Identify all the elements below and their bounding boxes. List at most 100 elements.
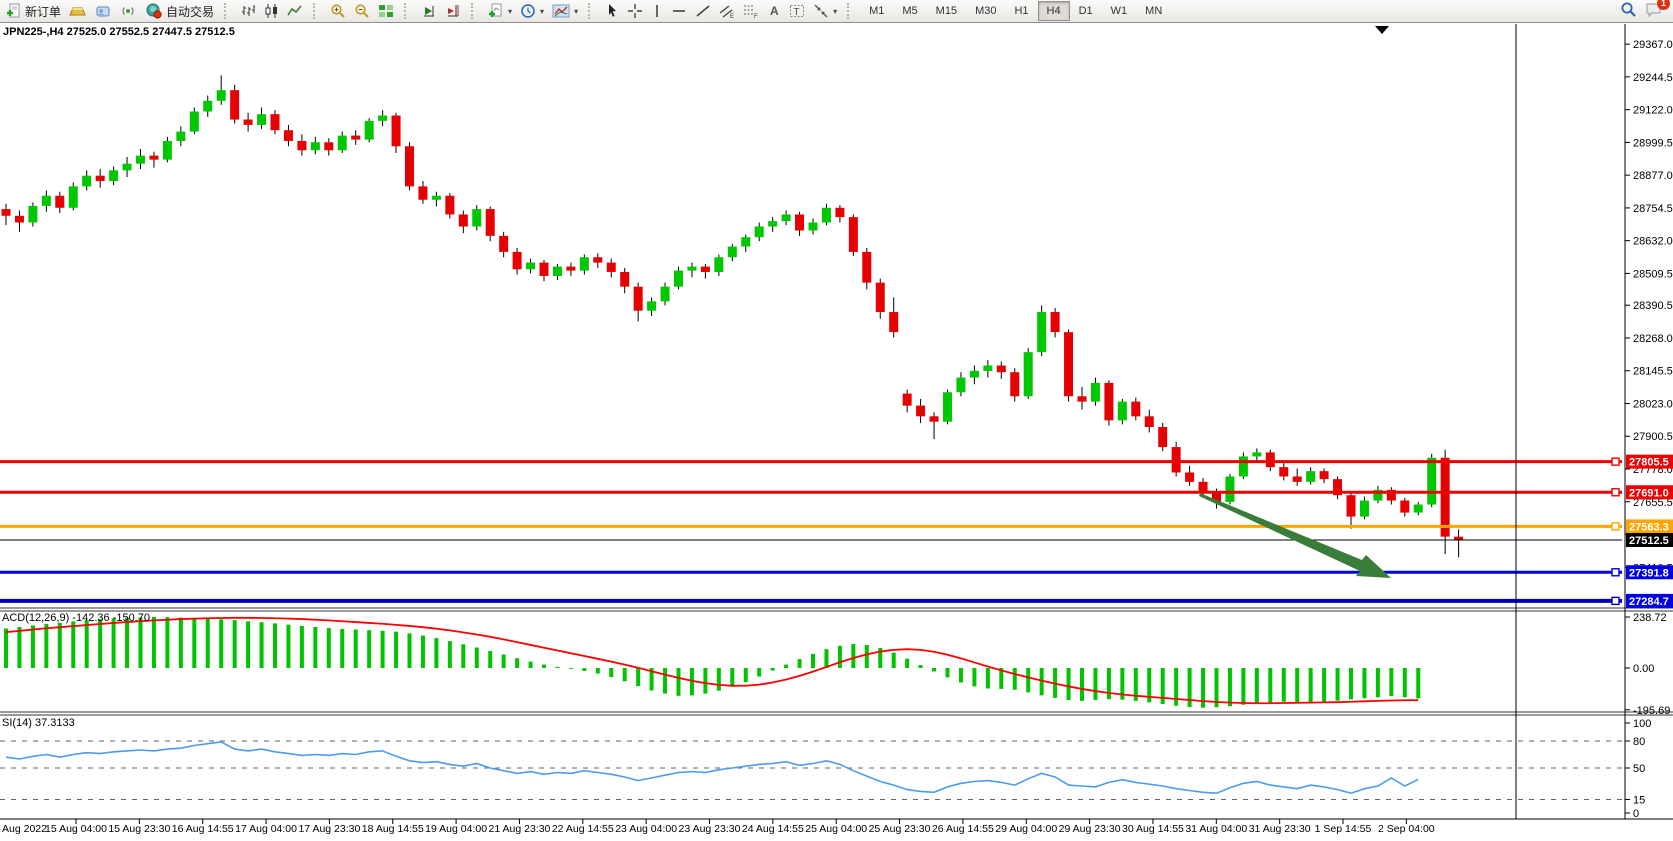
candle-body <box>149 156 158 160</box>
time-label: 17 Aug 23:30 <box>298 823 360 835</box>
candle-body <box>432 196 441 200</box>
hline-handle[interactable] <box>1612 597 1619 604</box>
search-icon[interactable] <box>1620 1 1637 21</box>
candle-body <box>903 394 912 406</box>
signals-button[interactable] <box>116 0 141 22</box>
candle-body <box>566 267 575 271</box>
toolbar-separator <box>224 3 232 19</box>
trendline-button[interactable] <box>691 0 715 22</box>
hline-handle[interactable] <box>1612 489 1619 496</box>
templates-button[interactable]: ▾ <box>548 0 582 22</box>
autotrading-button[interactable]: 自动交易 <box>141 0 218 22</box>
rsi-indicator: SI(14) 37.3133 <box>0 717 1625 800</box>
equidistant-channel-button[interactable]: E <box>715 0 739 22</box>
candle-body <box>943 392 952 421</box>
chart-shift-button[interactable] <box>441 0 465 22</box>
bar-chart-button[interactable] <box>237 0 260 22</box>
candle-body <box>15 216 24 223</box>
hline-handle[interactable] <box>1612 523 1619 530</box>
price-tick-label: 29122.0 <box>1633 105 1673 117</box>
candlestick-chart-button[interactable] <box>260 0 283 22</box>
timeframe-d1[interactable]: D1 <box>1070 1 1102 21</box>
timeframe-m1[interactable]: M1 <box>860 1 893 21</box>
price-tick-label: 28754.5 <box>1633 203 1673 215</box>
timeframe-h4[interactable]: H4 <box>1038 1 1070 21</box>
equidistant-channel-icon: E <box>719 3 735 19</box>
candle-body <box>701 267 710 272</box>
time-label: 15 Aug 04:00 <box>45 823 107 835</box>
chart-shift-marker[interactable] <box>1375 26 1389 34</box>
crosshair-button[interactable] <box>623 0 647 22</box>
periods-button[interactable]: ▾ <box>516 0 548 22</box>
text-label-button[interactable]: T <box>785 0 809 22</box>
time-label: 25 Aug 04:00 <box>805 823 867 835</box>
price-tick-label: 28268.0 <box>1633 333 1673 345</box>
candle-body <box>970 371 979 378</box>
vertical-line-button[interactable] <box>647 0 667 22</box>
toolbar-right: 1 <box>1620 1 1673 21</box>
candle-body <box>1078 396 1087 401</box>
text-button[interactable]: A <box>763 0 785 22</box>
hline-handle[interactable] <box>1612 458 1619 465</box>
trendline-icon <box>695 3 711 19</box>
new-chart-button[interactable]: ▾ <box>484 0 516 22</box>
price-badge-27512.5: 27512.5 <box>1626 533 1673 547</box>
hline-27563.3[interactable] <box>0 523 1622 530</box>
toolbar: 新订单 自动交易 ▾ ▾ ▾ E F AT ▾ M1M5M15M30H1H4D1W1MN 1 <box>0 0 1673 23</box>
arrows-button[interactable]: ▾ <box>809 0 841 22</box>
timeframe-w1[interactable]: W1 <box>1102 1 1137 21</box>
fibonacci-button[interactable]: F <box>739 0 763 22</box>
zoom-in-button[interactable] <box>326 0 350 22</box>
timeframe-m15[interactable]: M15 <box>927 1 966 21</box>
candle-body <box>1104 383 1113 420</box>
candle-body <box>916 406 925 417</box>
price-tick-label: 28877.0 <box>1633 170 1673 182</box>
bar-chart-icon <box>241 3 256 19</box>
tile-windows-button[interactable] <box>374 0 398 22</box>
svg-text:F: F <box>754 14 758 19</box>
timeframe-m30[interactable]: M30 <box>966 1 1005 21</box>
chevron-down-icon[interactable]: ▾ <box>508 7 512 16</box>
candle-body <box>1010 372 1019 396</box>
candle-body <box>1427 458 1436 505</box>
candle-body <box>42 196 51 206</box>
cursor-button[interactable] <box>601 0 623 22</box>
toolbar-group <box>324 0 400 22</box>
time-scale[interactable]: Aug 202215 Aug 04:0015 Aug 23:3016 Aug 1… <box>2 819 1435 835</box>
hline-handle[interactable] <box>1612 569 1619 576</box>
candle-body <box>1252 452 1261 456</box>
horizontal-line-button[interactable] <box>667 0 691 22</box>
vertical-line-icon <box>651 3 663 19</box>
horizontal-line-icon <box>671 3 687 19</box>
timeframe-h1[interactable]: H1 <box>1005 1 1037 21</box>
timeframe-mn[interactable]: MN <box>1136 1 1171 21</box>
text-icon: A <box>767 3 781 19</box>
line-chart-button[interactable] <box>283 0 307 22</box>
chat-icon[interactable]: 1 <box>1645 2 1663 21</box>
timeframe-m5[interactable]: M5 <box>893 1 926 21</box>
auto-scroll-button[interactable] <box>417 0 441 22</box>
hline-27805.5[interactable] <box>0 458 1622 465</box>
accounts-button[interactable] <box>91 0 116 22</box>
crosshair-icon <box>627 3 643 19</box>
candle-body <box>284 130 293 141</box>
rsi-axis-label: 15 <box>1633 795 1645 807</box>
chevron-down-icon[interactable]: ▾ <box>833 7 837 16</box>
zoom-out-button[interactable] <box>350 0 374 22</box>
time-label: 29 Aug 23:30 <box>1059 823 1121 835</box>
fibonacci-icon: F <box>743 3 759 19</box>
candle-body <box>822 208 831 223</box>
new-order-button[interactable]: 新订单 <box>2 0 65 22</box>
price-tick-label: 27900.5 <box>1633 431 1673 443</box>
candle-body <box>1360 501 1369 517</box>
candle-body <box>55 196 64 208</box>
periods-icon <box>520 3 536 19</box>
candle-body <box>513 252 522 269</box>
gold-button[interactable] <box>65 0 91 22</box>
price-scale[interactable]: 29367.029244.529122.028999.528877.028754… <box>1625 39 1673 820</box>
price-tick-label: 28632.0 <box>1633 236 1673 248</box>
chevron-down-icon[interactable]: ▾ <box>574 7 578 16</box>
chevron-down-icon[interactable]: ▾ <box>540 7 544 16</box>
price-badge-27284.7: 27284.7 <box>1626 594 1673 608</box>
hline-27284.7[interactable] <box>0 597 1622 604</box>
